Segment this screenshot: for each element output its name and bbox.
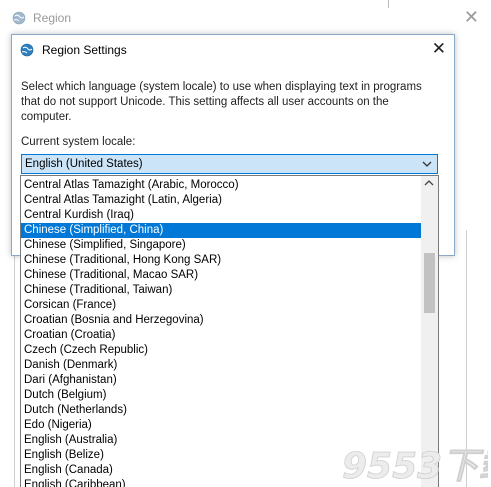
locale-option[interactable]: Croatian (Bosnia and Herzegovina) bbox=[21, 313, 421, 328]
locale-option[interactable]: Chinese (Traditional, Macao SAR) bbox=[21, 268, 421, 283]
locale-option[interactable]: Czech (Czech Republic) bbox=[21, 343, 421, 358]
dialog-close-button[interactable]: ✕ bbox=[432, 39, 446, 59]
locale-option[interactable]: Chinese (Simplified, China) bbox=[21, 223, 421, 238]
system-locale-select[interactable]: English (United States) bbox=[21, 154, 438, 174]
locale-option[interactable]: Croatian (Croatia) bbox=[21, 328, 421, 343]
locale-option[interactable]: Chinese (Traditional, Taiwan) bbox=[21, 283, 421, 298]
locale-option[interactable]: Danish (Denmark) bbox=[21, 358, 421, 373]
locale-option[interactable]: Central Kurdish (Iraq) bbox=[21, 208, 421, 223]
locale-option[interactable]: Central Atlas Tamazight (Arabic, Morocco… bbox=[21, 178, 421, 193]
watermark-text: 9553下载 bbox=[342, 446, 488, 486]
chevron-up-icon[interactable] bbox=[424, 179, 434, 187]
locale-option[interactable]: Dutch (Netherlands) bbox=[21, 403, 421, 418]
chevron-down-icon bbox=[422, 161, 432, 167]
locale-dropdown-list[interactable]: Central Atlas Tamazight (Arabic, Morocco… bbox=[20, 175, 439, 487]
region-close-button[interactable]: ✕ bbox=[464, 7, 479, 28]
divider bbox=[14, 230, 15, 487]
watermark-logo: 9553下载 bbox=[342, 446, 488, 486]
scroll-thumb[interactable] bbox=[424, 253, 435, 313]
locale-option[interactable]: Central Atlas Tamazight (Latin, Algeria) bbox=[21, 193, 421, 208]
globe-icon bbox=[12, 11, 26, 25]
region-titlebar: Region ✕ bbox=[0, 0, 491, 36]
locale-option[interactable]: Dutch (Belgium) bbox=[21, 388, 421, 403]
locale-option[interactable]: Chinese (Simplified, Singapore) bbox=[21, 238, 421, 253]
dialog-description: Select which language (system locale) to… bbox=[21, 81, 422, 123]
current-locale-label: Current system locale: bbox=[21, 136, 136, 148]
globe-icon bbox=[20, 43, 34, 57]
region-window-title: Region bbox=[33, 11, 72, 25]
locale-option[interactable]: Corsican (France) bbox=[21, 298, 421, 313]
locale-option[interactable]: Edo (Nigeria) bbox=[21, 418, 421, 433]
dropdown-scrollbar[interactable] bbox=[421, 176, 438, 487]
dialog-title: Region Settings bbox=[42, 43, 127, 57]
locale-list: Central Atlas Tamazight (Arabic, Morocco… bbox=[21, 178, 421, 487]
locale-option[interactable]: Dari (Afghanistan) bbox=[21, 373, 421, 388]
system-locale-value: English (United States) bbox=[25, 158, 143, 170]
locale-option[interactable]: Chinese (Traditional, Hong Kong SAR) bbox=[21, 253, 421, 268]
